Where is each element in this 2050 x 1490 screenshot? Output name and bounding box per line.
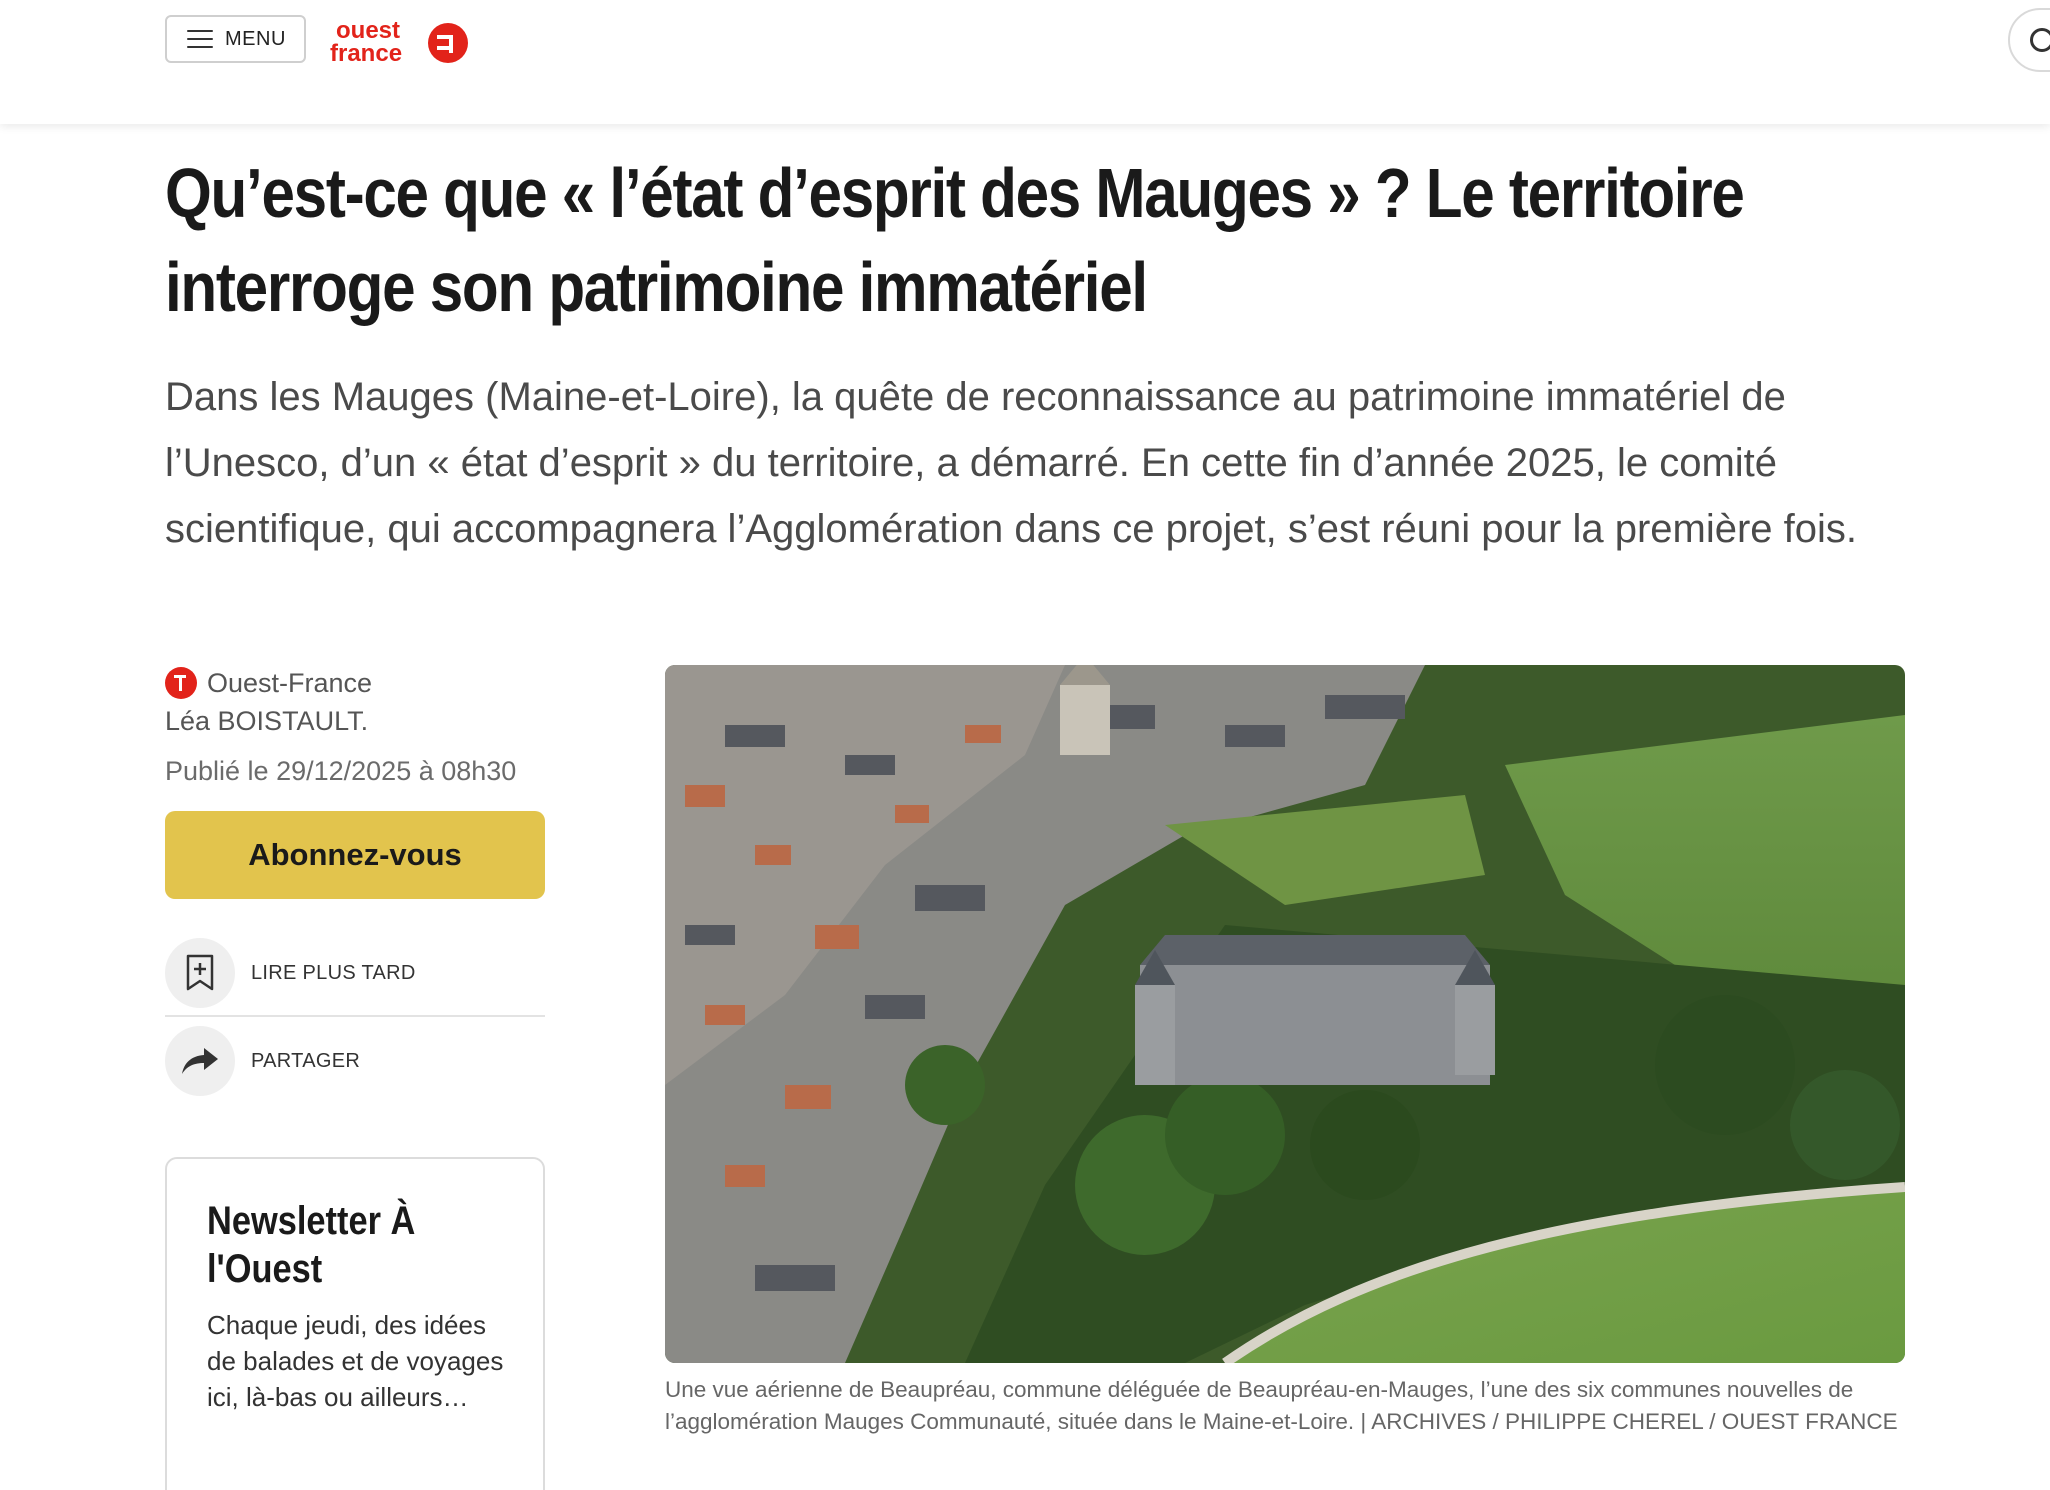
read-later-button[interactable]: LIRE PLUS TARD <box>165 938 545 1008</box>
share-arrow-icon <box>165 1026 235 1096</box>
newsletter-title: Newsletter À l'Ouest <box>207 1199 416 1291</box>
photo-caption: Une vue aérienne de Beaupréau, commune d… <box>665 1377 1898 1434</box>
site-header: MENU ouest france <box>0 0 2050 124</box>
newsletter-description: Chaque jeudi, des idées de balades et de… <box>207 1310 504 1412</box>
logo-text-bottom: france <box>330 40 402 66</box>
source-line: Ouest-France <box>165 667 372 699</box>
search-icon <box>2030 28 2050 52</box>
newsletter-card[interactable]: Newsletter À l'Ouest Chaque jeudi, des i… <box>165 1157 545 1490</box>
hamburger-icon <box>187 30 213 48</box>
share-label: PARTAGER <box>251 1049 361 1072</box>
ouest-france-logo[interactable]: ouest france <box>330 16 470 66</box>
article-photo[interactable] <box>665 665 1905 1363</box>
ouest-france-badge-icon <box>165 667 197 699</box>
share-button[interactable]: PARTAGER <box>165 1026 545 1096</box>
search-button[interactable] <box>2008 8 2050 72</box>
publish-date: Publié le 29/12/2025 à 08h30 <box>165 756 517 786</box>
menu-button[interactable]: MENU <box>165 15 306 63</box>
read-later-label: LIRE PLUS TARD <box>251 961 416 984</box>
article-lede: Dans les Mauges (Maine-et-Loire), la quê… <box>165 375 1858 551</box>
author-name[interactable]: Léa BOISTAULT. <box>165 706 368 737</box>
menu-label: MENU <box>225 27 286 50</box>
source-name: Ouest-France <box>207 667 373 698</box>
subscribe-button[interactable]: Abonnez-vous <box>165 811 545 899</box>
action-divider <box>165 1015 545 1017</box>
bookmark-add-icon <box>165 938 235 1008</box>
article-title: Qu’est-ce que « l’état d’esprit des Maug… <box>165 154 1745 326</box>
